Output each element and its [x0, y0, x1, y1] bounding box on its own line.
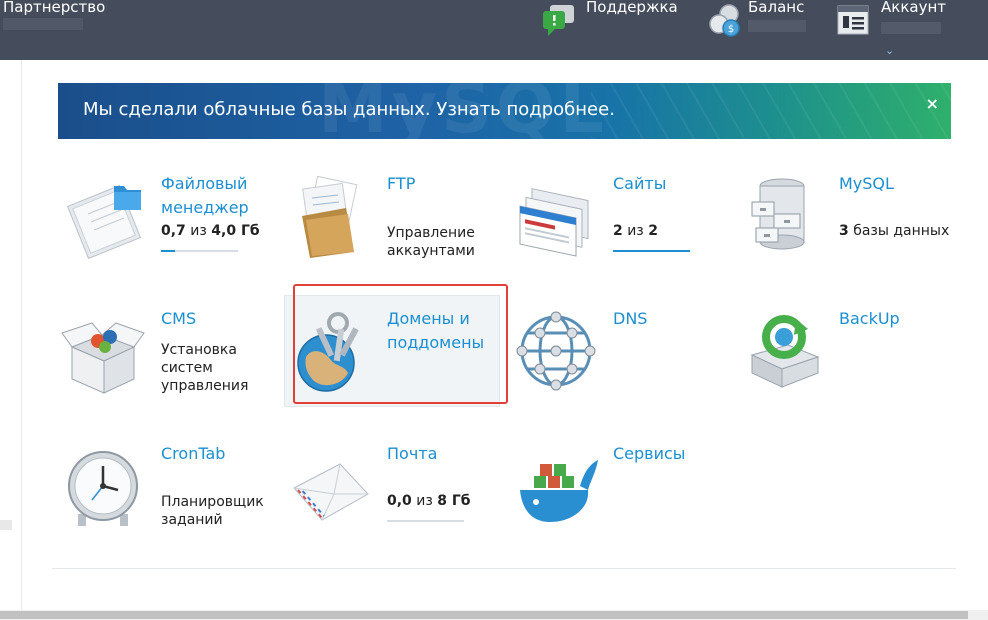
cms-title[interactable]: CMS — [161, 307, 196, 331]
scrollbar-thumb[interactable] — [0, 611, 968, 619]
database-icon — [751, 178, 805, 250]
account-card-icon — [837, 5, 869, 35]
coins-icon: $ — [709, 4, 740, 37]
envelope-icon — [293, 463, 369, 521]
file-manager-title-2[interactable]: менеджер — [161, 196, 249, 220]
sites-title[interactable]: Сайты — [613, 172, 666, 196]
selection-highlight-box — [293, 284, 508, 404]
mail-title[interactable]: Почта — [387, 442, 437, 466]
tile-dns[interactable]: DNS — [510, 307, 730, 427]
tile-crontab[interactable]: CronTab Планировщик заданий — [58, 442, 278, 562]
cms-desc-3: управления — [161, 378, 249, 394]
file-manager-usage-bar — [161, 250, 238, 252]
tile-backup[interactable]: BackUp — [736, 307, 956, 427]
file-manager-icon — [66, 184, 142, 260]
chevron-down-icon[interactable]: ⌄ — [885, 44, 894, 57]
mysql-title[interactable]: MySQL — [839, 172, 894, 196]
crontab-title[interactable]: CronTab — [161, 442, 225, 466]
cms-desc-2: систем — [161, 360, 213, 376]
support-label: Поддержка — [586, 0, 678, 16]
tile-mail[interactable]: Почта 0,0 из 8 Гб — [284, 442, 504, 562]
sites-stack-icon — [519, 188, 589, 257]
account-name-redacted — [881, 22, 941, 34]
top-bar: Партнерство Поддержка $ Баланс Аккаунт ⌄ — [0, 0, 988, 60]
sites-usage-bar — [613, 250, 690, 252]
support-menu[interactable]: Поддержка — [540, 0, 680, 60]
file-manager-title-1[interactable]: Файловый — [161, 172, 247, 196]
tile-services[interactable]: Сервисы — [510, 442, 730, 562]
cms-desc-1: Установка — [161, 342, 237, 358]
balance-value-redacted — [748, 20, 806, 32]
services-title[interactable]: Сервисы — [613, 442, 685, 466]
tile-mysql[interactable]: MySQL 3 базы данных — [736, 172, 956, 292]
ftp-desc-1: Управление — [387, 225, 475, 241]
sidebar-handle[interactable] — [0, 520, 12, 530]
dns-title[interactable]: DNS — [613, 307, 647, 331]
close-icon[interactable]: × — [926, 94, 939, 113]
balance-label: Баланс — [748, 0, 805, 16]
mail-usage: 0,0 из 8 Гб — [387, 493, 471, 509]
partner-id-redacted — [3, 18, 83, 30]
clock-icon — [68, 451, 138, 526]
horizontal-scrollbar[interactable] — [0, 610, 988, 620]
file-manager-usage-fill — [161, 250, 175, 252]
tile-cms[interactable]: CMS Установка систем управления — [58, 307, 278, 427]
chat-bubble-icon — [543, 5, 574, 36]
backup-drive-icon — [750, 315, 820, 388]
cms-box-icon — [61, 322, 145, 394]
promo-banner[interactable]: MySQL Мы сделали облачные базы данных. У… — [58, 83, 951, 139]
network-globe-icon — [516, 311, 596, 391]
balance-menu[interactable]: $ Баланс — [707, 0, 817, 60]
ftp-title[interactable]: FTP — [387, 172, 415, 196]
tile-file-manager[interactable]: Файловый менеджер 0,7 из 4,0 Гб — [58, 172, 278, 292]
sites-usage: 2 из 2 — [613, 223, 658, 239]
docker-whale-icon — [520, 460, 598, 522]
content-divider — [52, 568, 956, 569]
ftp-folder-icon — [302, 175, 358, 258]
account-menu[interactable]: Аккаунт — [836, 0, 956, 60]
tile-sites[interactable]: Сайты 2 из 2 — [510, 172, 730, 292]
file-manager-usage: 0,7 из 4,0 Гб — [161, 223, 260, 239]
mail-usage-bar — [387, 520, 464, 522]
crontab-desc-2: заданий — [161, 512, 223, 528]
account-label: Аккаунт — [881, 0, 946, 16]
crontab-desc-1: Планировщик — [161, 494, 264, 510]
sites-usage-fill — [613, 250, 690, 252]
banner-text[interactable]: Мы сделали облачные базы данных. Узнать … — [83, 99, 615, 120]
partner-menu[interactable]: Партнерство — [3, 0, 105, 16]
mysql-db-count: 3 базы данных — [839, 223, 950, 239]
tile-ftp[interactable]: FTP Управление аккаунтами — [284, 172, 504, 292]
ftp-desc-2: аккаунтами — [387, 243, 475, 259]
banner-pattern — [591, 83, 951, 139]
backup-title[interactable]: BackUp — [839, 307, 900, 331]
svg-text:$: $ — [728, 24, 734, 35]
